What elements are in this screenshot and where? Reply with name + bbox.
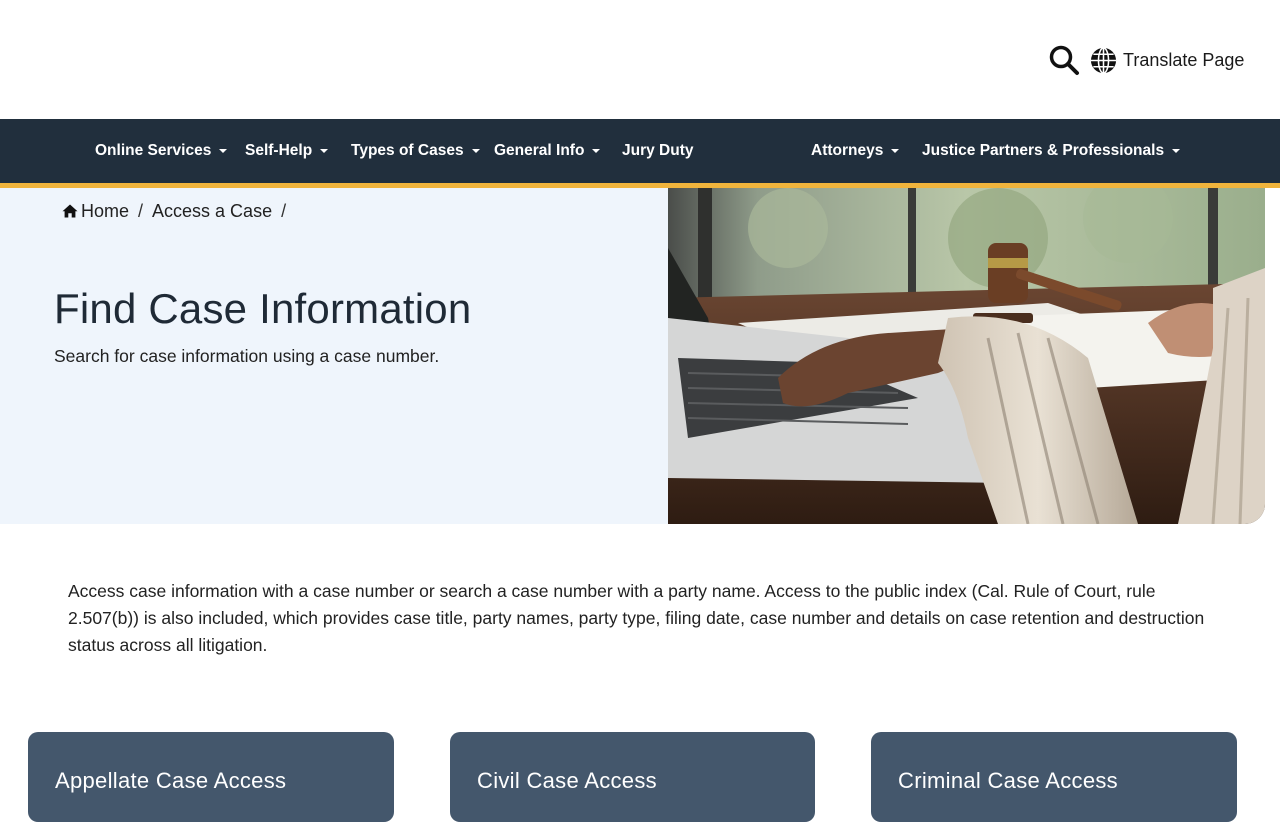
nav-label: Attorneys [811, 142, 884, 159]
caret-down-icon [320, 149, 329, 153]
caret-down-icon [219, 149, 228, 153]
card-civil-case-access[interactable]: Civil Case Access [450, 732, 815, 822]
card-title: Appellate Case Access [55, 768, 287, 793]
nav-label: Self-Help [245, 142, 313, 159]
caret-down-icon [592, 149, 601, 153]
caret-down-icon [891, 149, 900, 153]
nav-justice-partners[interactable]: Justice Partners & Professionals [922, 119, 1181, 183]
page-subtitle: Search for case information using a case… [54, 346, 440, 366]
home-icon [62, 204, 78, 218]
globe-icon [1090, 46, 1117, 74]
nav-label: Online Services [95, 142, 212, 159]
laptop-gavel-photo [668, 188, 1265, 524]
top-utility-bar: Translate Page [0, 0, 1280, 119]
breadcrumb-separator: / [281, 200, 287, 221]
nav-general-info[interactable]: General Info [494, 119, 601, 183]
card-criminal-case-access[interactable]: Criminal Case Access [871, 732, 1237, 822]
breadcrumb-access-a-case[interactable]: Access a Case [152, 201, 272, 222]
breadcrumb-home[interactable]: Home [81, 201, 129, 222]
nav-label: Jury Duty [622, 142, 694, 159]
nav-types-of-cases[interactable]: Types of Cases [351, 119, 480, 183]
translate-page-label: Translate Page [1123, 49, 1245, 70]
nav-jury-duty[interactable]: Jury Duty [622, 119, 694, 183]
card-title: Criminal Case Access [898, 768, 1118, 793]
nav-label: Justice Partners & Professionals [922, 142, 1165, 159]
nav-self-help[interactable]: Self-Help [245, 119, 329, 183]
card-title: Civil Case Access [477, 768, 657, 793]
intro-paragraph: Access case information with a case numb… [68, 581, 1205, 655]
breadcrumb: Home / Access a Case / [62, 199, 295, 223]
nav-label: General Info [494, 142, 585, 159]
caret-down-icon [1172, 149, 1181, 153]
search-icon [1049, 45, 1079, 75]
breadcrumb-separator: / [138, 200, 144, 221]
caret-down-icon [471, 149, 480, 153]
nav-attorneys[interactable]: Attorneys [811, 119, 900, 183]
search-button[interactable] [1048, 44, 1080, 76]
page-title: Find Case Information [54, 285, 472, 332]
nav-label: Types of Cases [351, 142, 464, 159]
hero-image [668, 188, 1265, 524]
translate-page-button[interactable]: Translate Page [1089, 45, 1244, 75]
main-navigation: Online Services Self-Help Types of Cases… [0, 119, 1280, 183]
card-appellate-case-access[interactable]: Appellate Case Access [28, 732, 394, 822]
nav-online-services[interactable]: Online Services [95, 119, 228, 183]
